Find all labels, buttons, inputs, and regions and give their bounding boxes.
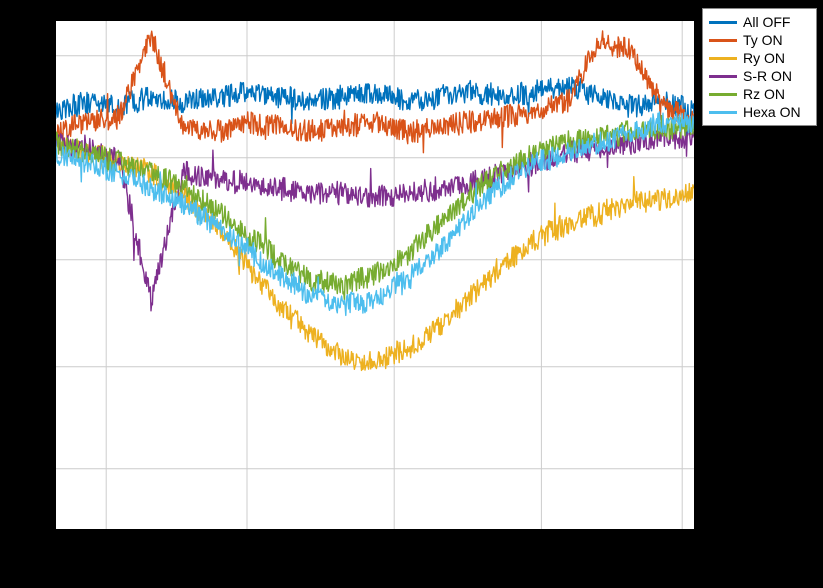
legend-label: All OFF xyxy=(743,14,790,30)
legend-row: Rz ON xyxy=(709,85,810,103)
chart-svg xyxy=(55,20,695,530)
legend-swatch-ty-on xyxy=(709,39,737,42)
legend-label: Rz ON xyxy=(743,86,785,102)
legend-label: S-R ON xyxy=(743,68,792,84)
legend: All OFF Ty ON Ry ON S-R ON Rz ON Hexa ON xyxy=(702,8,817,126)
legend-label: Hexa ON xyxy=(743,104,801,120)
legend-swatch-all-off xyxy=(709,21,737,24)
legend-row: All OFF xyxy=(709,13,810,31)
legend-label: Ry ON xyxy=(743,50,785,66)
legend-row: S-R ON xyxy=(709,67,810,85)
legend-swatch-ry-on xyxy=(709,57,737,60)
legend-row: Hexa ON xyxy=(709,103,810,121)
legend-row: Ry ON xyxy=(709,49,810,67)
legend-row: Ty ON xyxy=(709,31,810,49)
legend-swatch-hexa-on xyxy=(709,111,737,114)
legend-swatch-rz-on xyxy=(709,93,737,96)
legend-swatch-sr-on xyxy=(709,75,737,78)
plot-area xyxy=(55,20,695,530)
legend-label: Ty ON xyxy=(743,32,783,48)
